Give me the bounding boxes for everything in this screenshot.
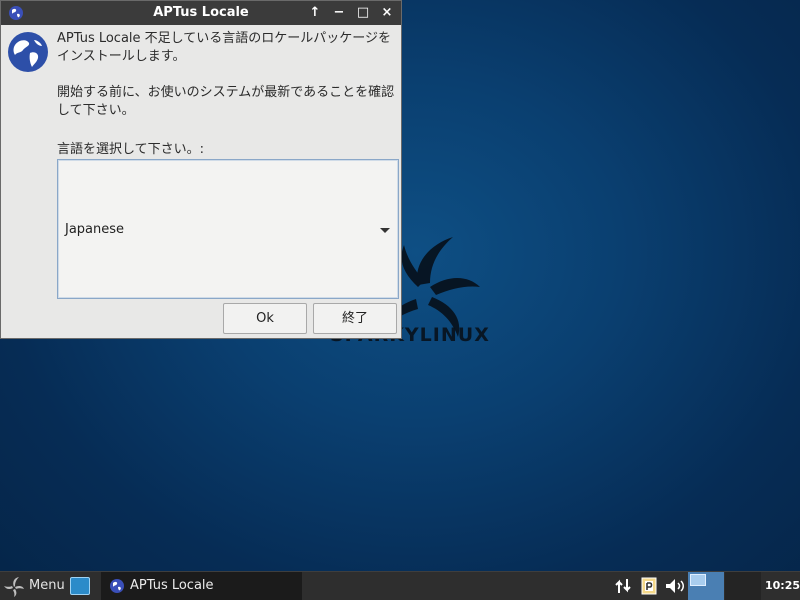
file-manager-icon[interactable] [70, 577, 90, 595]
menu-swirl-icon[interactable] [3, 576, 25, 598]
language-selected-value: Japanese [65, 222, 125, 237]
volume-icon[interactable] [664, 577, 686, 595]
language-select[interactable]: Japanese [57, 159, 399, 299]
ok-button[interactable]: Ok [223, 303, 307, 334]
language-label: 言語を選択して下さい。: [57, 142, 204, 157]
window-titlebar[interactable]: APTus Locale ↑ − □ × [1, 1, 401, 25]
package-update-icon[interactable] [640, 577, 658, 595]
app-globe-icon [110, 579, 124, 593]
update-warning-line1: 開始する前に、お使いのシステムが最新であることを確認 [57, 85, 395, 100]
up-arrow-button[interactable]: ↑ [306, 4, 324, 22]
workspace-1[interactable] [688, 572, 724, 600]
taskbar-entry-aptus-locale[interactable]: APTus Locale [101, 572, 302, 600]
workspace-window-thumb [690, 574, 706, 586]
taskbar-entry-label: APTus Locale [130, 578, 214, 593]
intro-message: APTus Locale 不足している言語のロケールパッケージを インストールし… [57, 30, 397, 66]
workspace-2[interactable] [725, 572, 761, 600]
maximize-button[interactable]: □ [354, 4, 372, 22]
clock[interactable]: 10:25 [765, 579, 800, 592]
minimize-button[interactable]: − [330, 4, 348, 22]
globe-icon [8, 32, 48, 72]
update-warning-message: 開始する前に、お使いのシステムが最新であることを確認 して下さい。 [57, 84, 397, 120]
quit-button[interactable]: 終了 [313, 303, 397, 334]
menu-button[interactable]: Menu [29, 578, 65, 593]
intro-message-line1: APTus Locale 不足している言語のロケールパッケージを [57, 31, 392, 46]
update-warning-line2: して下さい。 [57, 103, 135, 118]
aptus-locale-window: APTus Locale ↑ − □ × APTus Locale 不足している… [0, 0, 402, 339]
network-arrows-icon[interactable] [614, 577, 634, 595]
taskbar: Menu APTus Locale 10:25 [0, 571, 800, 600]
close-button[interactable]: × [378, 4, 396, 22]
intro-message-line2: インストールします。 [57, 49, 186, 64]
dropdown-arrow-icon[interactable] [380, 228, 390, 233]
